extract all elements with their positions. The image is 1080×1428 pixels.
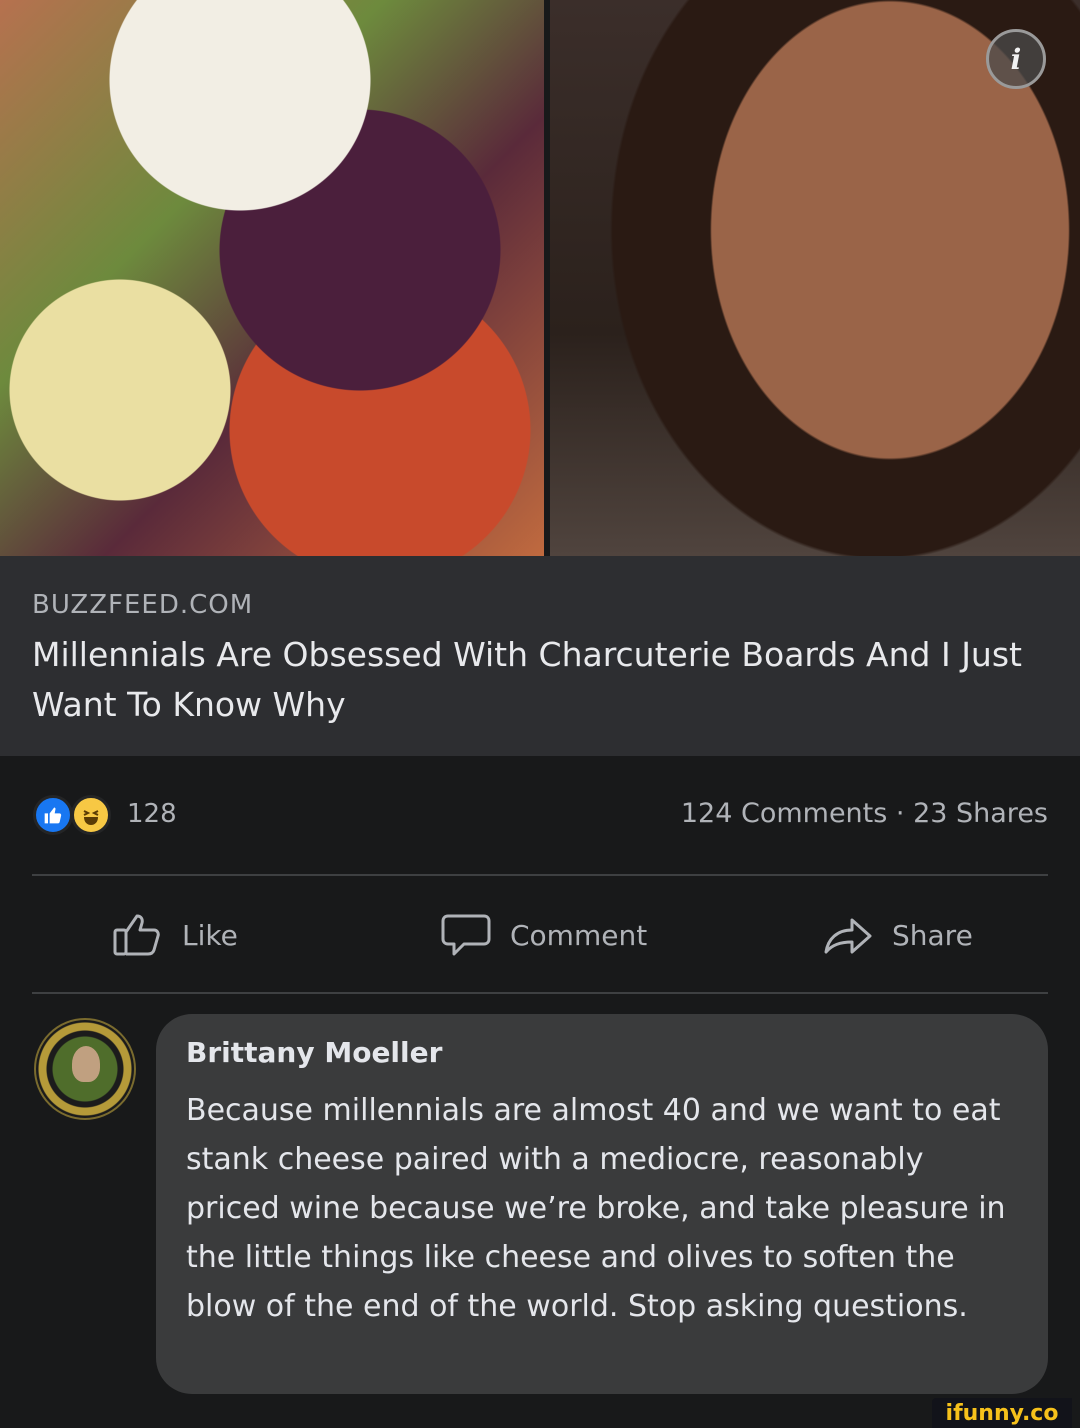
link-source: BUZZFEED.COM [32, 590, 254, 620]
comment-label: Comment [510, 918, 648, 952]
link-headline[interactable]: Millennials Are Obsessed With Charcuteri… [32, 630, 1042, 730]
share-arrow-icon [824, 918, 872, 954]
divider [32, 874, 1048, 876]
like-button[interactable]: Like [112, 900, 238, 970]
post-image-collage[interactable]: i [0, 0, 1080, 556]
like-reaction-icon [33, 795, 73, 835]
ifunny-watermark: ifunny.co [932, 1398, 1072, 1428]
speech-bubble-icon [441, 914, 491, 956]
link-preview-card[interactable]: BUZZFEED.COM Millennials Are Obsessed Wi… [0, 556, 1080, 756]
haha-reaction-icon [71, 795, 111, 835]
charcuterie-board-photo [0, 0, 544, 556]
share-button[interactable]: Share [822, 900, 973, 970]
info-icon[interactable]: i [986, 29, 1046, 89]
comment-bubble: Brittany Moeller Because millennials are… [156, 1014, 1048, 1394]
post-action-bar: Like Comment Share [0, 900, 1080, 970]
comments-shares-count[interactable]: 124 Comments · 23 Shares [681, 798, 1048, 829]
share-label: Share [892, 918, 973, 952]
reaction-icons[interactable] [33, 795, 115, 835]
woman-grimacing-photo: i [550, 0, 1080, 556]
avatar-face [72, 1046, 100, 1082]
comment-text: Because millennials are almost 40 and we… [186, 1093, 1006, 1324]
commenter-avatar[interactable] [34, 1018, 136, 1120]
thumbs-up-icon [113, 914, 160, 956]
comment-button[interactable]: Comment [440, 900, 647, 970]
divider [32, 992, 1048, 994]
commenter-name[interactable]: Brittany Moeller [186, 1036, 442, 1069]
like-label: Like [182, 918, 238, 952]
reaction-count[interactable]: 128 [127, 799, 177, 829]
